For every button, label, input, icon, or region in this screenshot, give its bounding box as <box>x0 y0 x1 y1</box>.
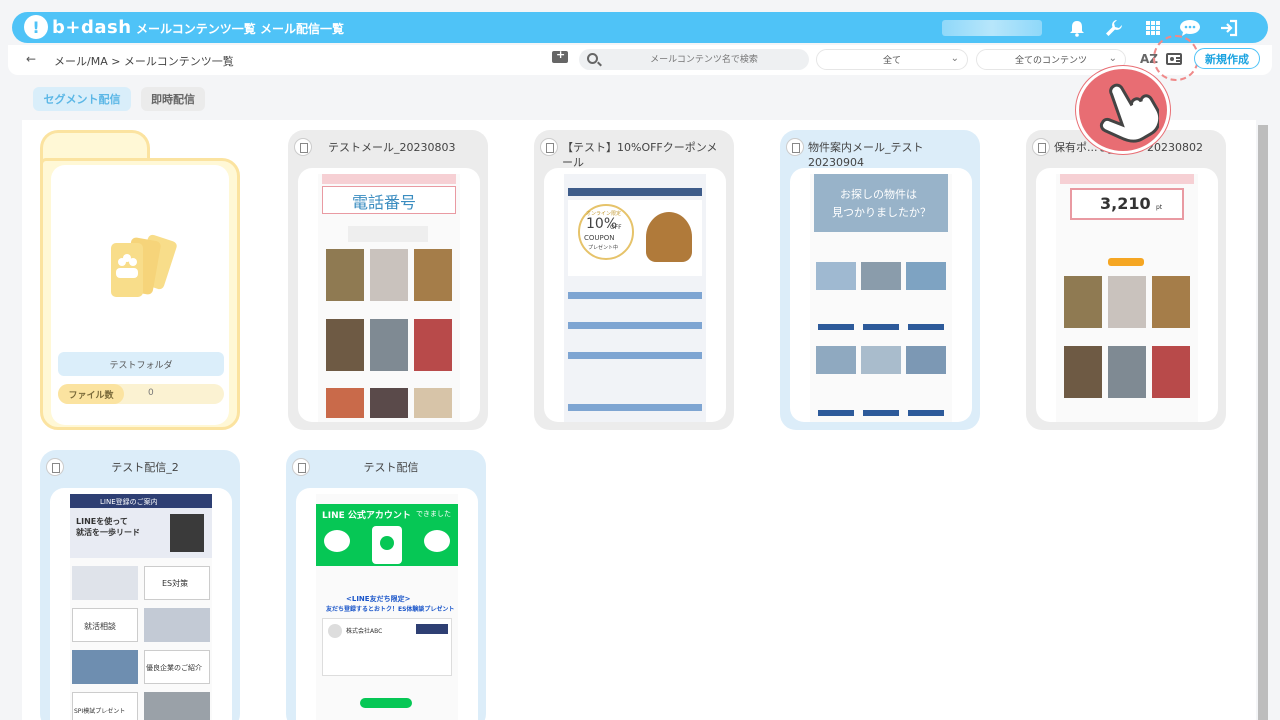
points-unit-text: pt <box>1156 204 1163 211</box>
coupon-off-text: OFF <box>610 224 622 231</box>
line-guide-text: LINE登録のご案内 <box>100 498 158 506</box>
mail-preview: オンライン限定 10% OFF COUPON プレゼント中 <box>544 168 726 422</box>
line-tagline-1: LINEを使って <box>76 517 128 526</box>
mail-card-title: テストメール_20230803 <box>328 141 456 154</box>
search-icon <box>587 53 598 64</box>
breadcrumb: メール/MA > メールコンテンツ一覧 <box>54 55 234 68</box>
chevron-down-icon: ⌄ <box>1108 53 1117 64</box>
content-filter-value: 全てのコンテンツ <box>1014 56 1087 66</box>
mail-thumbnail: LINE登録のご案内 LINEを使って 就活を一歩リード ES対策 就活相談 優… <box>70 494 212 720</box>
file-count-value: 0 <box>148 388 154 398</box>
type-filter-value: 全て <box>882 56 901 66</box>
wrench-icon[interactable] <box>1102 16 1126 40</box>
mail-preview: LINE 公式アカウント できました <LINE友だち限定> 友だち登録するとお… <box>296 488 478 720</box>
mail-thumbnail: オンライン限定 10% OFF COUPON プレゼント中 <box>564 174 706 422</box>
line-official-text: LINE 公式アカウント <box>322 511 411 521</box>
folder-name: テストフォルダ <box>58 352 224 376</box>
mail-document-icon <box>294 138 312 156</box>
mail-card[interactable]: テストメール_20230803 電話番号 <box>288 130 488 430</box>
line-limited-text: <LINE友だち限定> <box>346 595 411 603</box>
scrollbar-track[interactable] <box>1258 125 1268 720</box>
line-spi-text: SPI模試プレゼント <box>74 708 126 715</box>
line-company-name: 株式会社ABC <box>346 628 383 635</box>
mail-card[interactable]: 物件案内メール_テスト20230904 お探しの物件は 見つかりましたか？ <box>780 130 980 430</box>
pointer-hand-indicator <box>1076 66 1170 154</box>
points-value-text: 3,210 <box>1100 194 1151 213</box>
nav-mail-contents[interactable]: メールコンテンツ一覧 <box>136 20 256 37</box>
nav-mail-delivery[interactable]: メール配信一覧 <box>260 20 344 37</box>
mail-card-title: テスト配信_2 <box>111 461 179 474</box>
mail-card-title: 【テスト】10%OFFクーポンメール <box>562 141 718 169</box>
tab-segment-delivery[interactable]: セグメント配信 <box>33 87 131 111</box>
line-friends-text: 友だち登録するとおトク！ES体験談プレゼント <box>326 606 455 613</box>
highlight-ring <box>1153 35 1199 81</box>
type-filter-select[interactable]: 全て ⌄ <box>816 49 968 70</box>
content-filter-select[interactable]: 全てのコンテンツ ⌄ <box>976 49 1126 70</box>
hand-pointer-icon <box>1099 83 1159 143</box>
logo-icon: ! <box>24 15 48 39</box>
mail-thumbnail: お探しの物件は 見つかりましたか？ <box>810 174 952 422</box>
new-create-button[interactable]: 新規作成 <box>1194 48 1260 69</box>
mail-preview: LINE登録のご案内 LINEを使って 就活を一歩リード ES対策 就活相談 優… <box>50 488 232 720</box>
logout-icon[interactable] <box>1217 16 1241 40</box>
property-headline-2: 見つかりましたか？ <box>832 206 931 219</box>
mail-card[interactable]: 保有ポ...せ_テスト20230802 3,210 pt <box>1026 130 1226 430</box>
file-count-label: ファイル数 <box>58 384 124 404</box>
mail-preview: お探しの物件は 見つかりましたか？ <box>790 168 972 422</box>
mail-card-title: 物件案内メール_テスト20230904 <box>808 141 924 169</box>
mail-document-icon <box>786 138 804 156</box>
search-box <box>579 49 809 70</box>
folder-contents-icon <box>111 234 177 297</box>
folder-file-count: ファイル数 0 <box>58 384 224 404</box>
mail-thumbnail: 3,210 pt <box>1056 174 1198 422</box>
line-consult-text: 就活相談 <box>84 622 116 631</box>
mail-thumbnail: 電話番号 <box>318 174 460 422</box>
folder-card[interactable]: テストフォルダ ファイル数 0 <box>40 130 240 430</box>
line-official-suffix: できました <box>416 510 451 518</box>
logo-text: b+dash <box>52 16 132 38</box>
apps-grid-icon[interactable] <box>1141 16 1165 40</box>
bell-icon[interactable] <box>1065 16 1089 40</box>
mail-preview: 電話番号 <box>298 168 480 422</box>
property-headline-1: お探しの物件は <box>840 188 917 201</box>
mail-card[interactable]: テスト配信 LINE 公式アカウント できました <LINE友だち限定> 友だち… <box>286 450 486 720</box>
user-info-blurred <box>942 20 1042 36</box>
mail-card-title: テスト配信 <box>363 461 419 474</box>
logo[interactable]: ! b+dash <box>24 15 132 39</box>
mail-card[interactable]: 【テスト】10%OFFクーポンメール オンライン限定 10% OFF COUPO… <box>534 130 734 430</box>
top-navigation-bar: ! b+dash メールコンテンツ一覧 メール配信一覧 <box>12 12 1268 43</box>
sub-toolbar: ← メール/MA > メールコンテンツ一覧 全て ⌄ 全てのコンテンツ ⌄ AZ <box>8 45 1272 75</box>
chevron-down-icon: ⌄ <box>950 53 959 64</box>
coupon-present-text: プレゼント中 <box>588 245 619 251</box>
line-company-text: 優良企業のご紹介 <box>146 664 202 672</box>
tab-instant-delivery[interactable]: 即時配信 <box>141 87 205 111</box>
back-arrow-icon[interactable]: ← <box>26 52 36 66</box>
mail-preview: 3,210 pt <box>1036 168 1218 422</box>
mail-thumbnail: LINE 公式アカウント できました <LINE友だち限定> 友だち登録するとお… <box>316 494 458 720</box>
line-tagline-2: 就活を一歩リード <box>76 528 140 537</box>
add-folder-icon[interactable] <box>552 48 568 63</box>
mail-card[interactable]: テスト配信_2 LINE登録のご案内 LINEを使って 就活を一歩リード ES対… <box>40 450 240 720</box>
line-es-text: ES対策 <box>162 579 189 588</box>
mail-document-icon <box>540 138 558 156</box>
coupon-word-text: COUPON <box>584 234 615 242</box>
scrollbar-thumb[interactable] <box>1258 125 1268 720</box>
phone-title-text: 電話番号 <box>352 193 417 212</box>
mail-document-icon <box>1032 138 1050 156</box>
search-input[interactable] <box>609 51 799 68</box>
